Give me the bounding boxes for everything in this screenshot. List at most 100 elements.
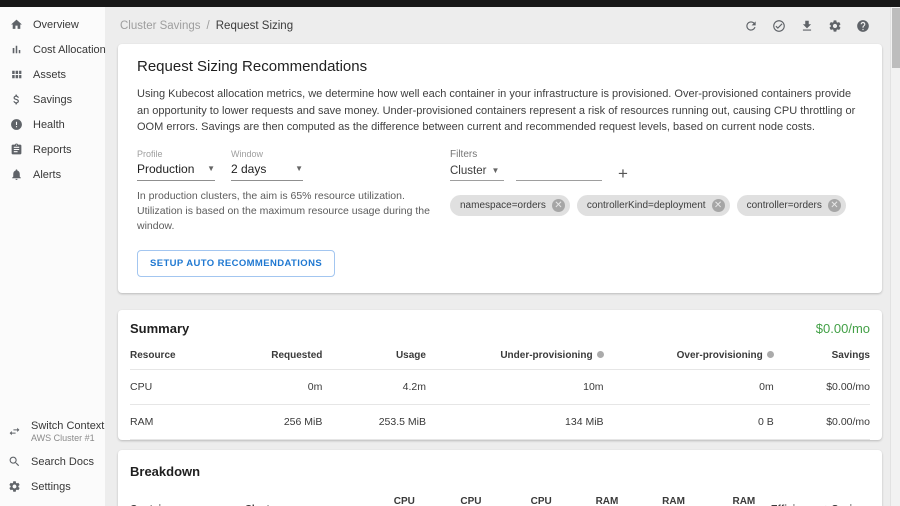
col-cpu-recommended[interactable]: CPUrecomm'd: [481, 485, 551, 506]
filter-chip[interactable]: controllerKind=deployment ✕: [577, 195, 730, 216]
breadcrumb-separator: /: [207, 20, 210, 32]
vertical-scrollbar[interactable]: [890, 7, 900, 506]
main-content: Cluster Savings / Request Sizing Request…: [105, 7, 890, 506]
col-cpu-request[interactable]: CPUrequest: [415, 485, 482, 506]
col-efficiency[interactable]: Efficiency: [755, 485, 818, 506]
remove-chip-icon[interactable]: ✕: [552, 199, 565, 212]
col-ram-usage[interactable]: RAMusage: [552, 485, 619, 506]
col-ram-request[interactable]: RAMrequest: [618, 485, 685, 506]
breakdown-card: Breakdown Container Cluster CPUusage CPU…: [118, 450, 882, 506]
search-docs-label: Search Docs: [31, 456, 94, 468]
search-docs-button[interactable]: Search Docs: [0, 449, 105, 474]
sidebar: Overview Cost Allocation Assets Savings …: [0, 7, 105, 506]
info-icon[interactable]: [597, 351, 604, 358]
window-select[interactable]: Window 2 days ▼: [231, 149, 303, 181]
refresh-icon[interactable]: [744, 19, 758, 33]
window-label: Window: [231, 149, 303, 159]
cell-under: 134 MiB: [426, 405, 604, 440]
cell-usage: 253.5 MiB: [322, 405, 426, 440]
page-description: Using Kubecost allocation metrics, we de…: [137, 86, 863, 136]
sidebar-item-label: Alerts: [33, 169, 61, 181]
breakdown-table: Container Cluster CPUusage CPUrequest CP…: [130, 485, 870, 506]
current-cluster-label: AWS Cluster #1: [31, 433, 104, 443]
chevron-down-icon: ▼: [295, 164, 303, 173]
col-cpu-usage[interactable]: CPUusage: [356, 485, 415, 506]
col-resource: Resource: [130, 340, 226, 370]
breadcrumb-parent[interactable]: Cluster Savings: [120, 20, 201, 32]
gear-icon: [8, 480, 21, 493]
col-ram-recommended[interactable]: RAMrecomm'd: [685, 485, 755, 506]
switch-context-label: Switch Context: [31, 420, 104, 432]
breakdown-header-row: Container Cluster CPUusage CPUrequest CP…: [130, 485, 870, 506]
col-over-provisioning: Over-provisioning: [604, 340, 774, 370]
info-icon[interactable]: [767, 351, 774, 358]
help-icon[interactable]: [856, 19, 870, 33]
profile-value: Production: [137, 162, 194, 176]
col-savings-sorted[interactable]: ↓Savings: [818, 485, 870, 506]
sidebar-item-cost-allocation[interactable]: Cost Allocation: [0, 37, 105, 62]
sidebar-item-savings[interactable]: Savings: [0, 87, 105, 112]
breakdown-title: Breakdown: [130, 464, 200, 479]
cell-savings: $0.00/mo: [774, 370, 870, 405]
sidebar-item-reports[interactable]: Reports: [0, 137, 105, 162]
top-window-bar: [0, 0, 900, 7]
col-requested: Requested: [226, 340, 322, 370]
summary-title: Summary: [130, 321, 189, 336]
table-row: RAM 256 MiB 253.5 MiB 134 MiB 0 B $0.00/…: [130, 405, 870, 440]
switch-context-button[interactable]: Switch Context AWS Cluster #1: [0, 414, 105, 449]
filter-type-select[interactable]: Cluster ▼: [450, 165, 504, 181]
settings-gear-icon[interactable]: [828, 19, 842, 33]
bar-chart-icon: [10, 43, 23, 56]
breadcrumb-current: Request Sizing: [216, 20, 293, 32]
col-savings: Savings: [774, 340, 870, 370]
filter-chip[interactable]: controller=orders ✕: [737, 195, 846, 216]
cell-requested: 256 MiB: [226, 405, 322, 440]
page-title: Request Sizing Recommendations: [137, 58, 863, 75]
table-row: CPU 0m 4.2m 10m 0m $0.00/mo: [130, 370, 870, 405]
dollar-icon: [10, 93, 23, 106]
reports-icon: [10, 143, 23, 156]
check-circle-icon[interactable]: [772, 19, 786, 33]
summary-card: Summary $0.00/mo Resource Requested Usag…: [118, 310, 882, 440]
health-icon: [10, 118, 23, 131]
sidebar-item-assets[interactable]: Assets: [0, 62, 105, 87]
filter-chip-label: controller=orders: [747, 200, 822, 211]
download-icon[interactable]: [800, 19, 814, 33]
filter-value-input[interactable]: [516, 165, 602, 181]
col-container[interactable]: Container: [130, 485, 245, 506]
swap-arrows-icon: [8, 425, 21, 438]
filter-chips: namespace=orders ✕ controllerKind=deploy…: [450, 195, 863, 216]
scrollbar-thumb[interactable]: [892, 8, 900, 68]
sidebar-item-label: Reports: [33, 144, 72, 156]
filters-label: Filters: [450, 149, 863, 160]
filter-chip[interactable]: namespace=orders ✕: [450, 195, 570, 216]
remove-chip-icon[interactable]: ✕: [828, 199, 841, 212]
header-actions: [744, 19, 870, 33]
home-icon: [10, 18, 23, 31]
settings-button[interactable]: Settings: [0, 474, 105, 499]
cell-resource: CPU: [130, 370, 226, 405]
search-icon: [8, 455, 21, 468]
col-cluster[interactable]: Cluster: [245, 485, 356, 506]
filter-chip-label: controllerKind=deployment: [587, 200, 706, 211]
remove-chip-icon[interactable]: ✕: [712, 199, 725, 212]
cell-requested: 0m: [226, 370, 322, 405]
settings-label: Settings: [31, 481, 71, 493]
sidebar-item-alerts[interactable]: Alerts: [0, 162, 105, 187]
sidebar-item-label: Health: [33, 119, 65, 131]
profile-select[interactable]: Profile Production ▼: [137, 149, 215, 181]
sidebar-item-health[interactable]: Health: [0, 112, 105, 137]
summary-table: Resource Requested Usage Under-provision…: [130, 340, 870, 440]
cell-over: 0m: [604, 370, 774, 405]
cell-resource: RAM: [130, 405, 226, 440]
cell-usage: 4.2m: [322, 370, 426, 405]
profile-helper-text: In production clusters, the aim is 65% r…: [137, 189, 449, 235]
setup-auto-recommendations-button[interactable]: SETUP AUTO RECOMMENDATIONS: [137, 250, 335, 277]
sidebar-item-label: Cost Allocation: [33, 44, 106, 56]
bell-icon: [10, 168, 23, 181]
window-value: 2 days: [231, 162, 266, 176]
request-sizing-card: Request Sizing Recommendations Using Kub…: [118, 44, 882, 293]
sidebar-item-overview[interactable]: Overview: [0, 12, 105, 37]
add-filter-button[interactable]: +: [616, 167, 630, 181]
cell-over: 0 B: [604, 405, 774, 440]
